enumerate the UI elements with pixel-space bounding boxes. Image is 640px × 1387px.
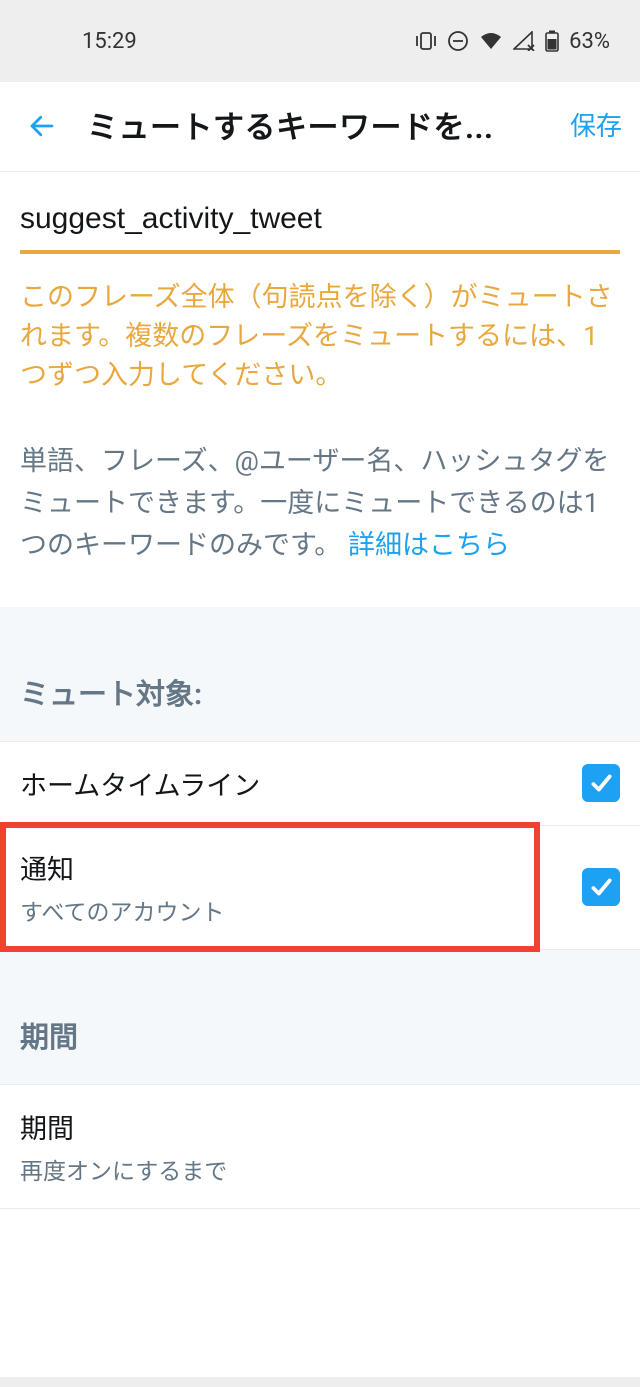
dnd-icon [447, 30, 469, 52]
input-warning: このフレーズ全体（句読点を除く）がミュートされます。複数のフレーズをミュートする… [20, 278, 620, 395]
help-link[interactable]: 詳細はこちら [348, 529, 510, 561]
status-time: 15:29 [82, 29, 137, 54]
mute-target-section: ミュート対象: [0, 607, 640, 742]
mute-item-notifications[interactable]: 通知 すべてのアカウント [0, 826, 640, 950]
input-section: このフレーズ全体（句読点を除く）がミュートされます。複数のフレーズをミュートする… [0, 172, 640, 413]
status-bar: 15:29 63% [0, 0, 640, 82]
list-item-title: ホームタイムライン [20, 764, 582, 803]
section-header-duration: 期間 [0, 950, 640, 1085]
save-button[interactable]: 保存 [570, 106, 622, 143]
mute-item-timeline[interactable]: ホームタイムライン [0, 742, 640, 826]
section-header-mute: ミュート対象: [0, 607, 640, 742]
page-title: ミュートするキーワードを... [87, 102, 540, 147]
checkbox-notifications[interactable] [582, 868, 620, 906]
status-icons: 63% [415, 29, 610, 54]
wifi-icon [479, 31, 503, 51]
list-item-subtitle: 再度オンにするまで [20, 1152, 620, 1186]
list-item-title: 期間 [20, 1107, 620, 1146]
list-item-subtitle: すべてのアカウント [20, 893, 582, 927]
signal-icon [513, 31, 535, 51]
bottom-bar [0, 1377, 640, 1387]
keyword-input[interactable] [20, 202, 620, 254]
vibrate-icon [415, 32, 437, 50]
battery-icon [545, 30, 559, 52]
checkbox-timeline[interactable] [582, 764, 620, 802]
duration-section: 期間 [0, 950, 640, 1085]
help-text: 単語、フレーズ、@ユーザー名、ハッシュタグをミュートできます。一度にミュートでき… [0, 413, 640, 607]
back-button[interactable] [27, 111, 57, 141]
app-header: ミュートするキーワードを... 保存 [0, 82, 640, 172]
help-text-content: 単語、フレーズ、@ユーザー名、ハッシュタグをミュートできます。一度にミュートでき… [20, 445, 609, 561]
list-item-title: 通知 [20, 848, 582, 887]
battery-percent: 63% [569, 29, 610, 54]
duration-item[interactable]: 期間 再度オンにするまで [0, 1085, 640, 1209]
